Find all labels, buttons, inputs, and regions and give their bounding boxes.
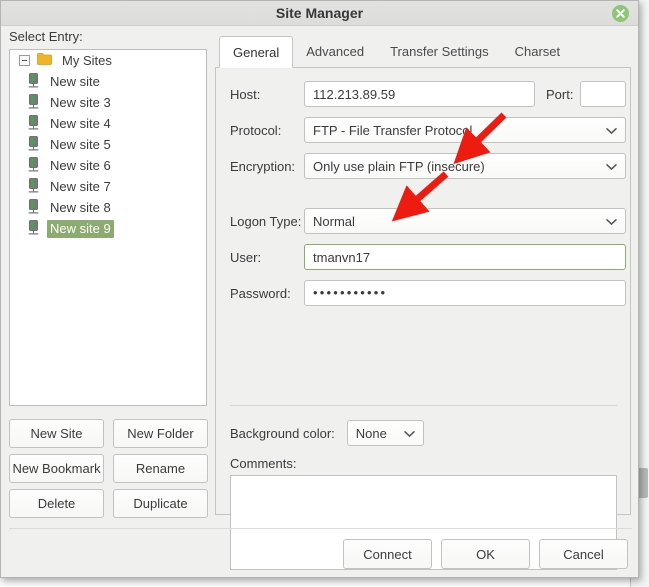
tree-item-label: New site 4 xyxy=(50,115,111,131)
tree-root-label: My Sites xyxy=(62,52,112,68)
close-icon[interactable] xyxy=(612,5,629,22)
tree-children-container: New site New site 3 New site 4 New site … xyxy=(10,71,206,239)
password-row: Password: ••••••••••• xyxy=(230,280,626,306)
site-manager-dialog: Site Manager Select Entry: My Sites New … xyxy=(0,0,639,578)
logon-type-row: Logon Type: Normal xyxy=(230,208,626,234)
background-color-row: Background color: None xyxy=(230,420,424,446)
user-label: User: xyxy=(230,249,262,265)
protocol-label: Protocol: xyxy=(230,122,282,138)
server-icon xyxy=(27,177,40,196)
tree-item-site[interactable]: New site 6 xyxy=(10,155,206,176)
new-folder-button[interactable]: New Folder xyxy=(113,419,208,448)
tree-item-label: New site 3 xyxy=(50,94,111,110)
tree-item-label: New site 5 xyxy=(50,136,111,152)
user-row: User: xyxy=(230,244,626,270)
tabstrip: General Advanced Transfer Settings Chars… xyxy=(215,35,631,68)
tree-item-label: New site 8 xyxy=(50,199,111,215)
tree-item-site[interactable]: New site 7 xyxy=(10,176,206,197)
rename-button[interactable]: Rename xyxy=(113,454,208,483)
expander-collapse-icon[interactable] xyxy=(19,55,30,66)
chevron-down-icon xyxy=(404,426,415,441)
password-masked-value: ••••••••••• xyxy=(313,285,388,300)
background-color-label: Background color: xyxy=(230,425,335,441)
new-site-button[interactable]: New Site xyxy=(9,419,104,448)
duplicate-button[interactable]: Duplicate xyxy=(113,489,208,518)
port-label: Port: xyxy=(546,86,574,102)
select-entry-label: Select Entry: xyxy=(9,29,83,44)
settings-notebook: General Advanced Transfer Settings Chars… xyxy=(215,35,631,570)
tab-transfer-settings[interactable]: Transfer Settings xyxy=(377,36,502,68)
host-input[interactable] xyxy=(304,81,535,107)
background-color-value: None xyxy=(355,425,387,441)
cancel-button[interactable]: Cancel xyxy=(539,539,628,569)
chevron-down-icon xyxy=(606,214,617,229)
protocol-combo[interactable]: FTP - File Transfer Protocol xyxy=(304,117,626,143)
close-x-glyph xyxy=(616,9,625,18)
user-input[interactable] xyxy=(304,244,626,270)
background-color-combo[interactable]: None xyxy=(346,420,424,446)
footer-buttons: Connect OK Cancel xyxy=(343,539,628,569)
ok-button[interactable]: OK xyxy=(441,539,530,569)
port-input[interactable] xyxy=(580,81,627,107)
encryption-combo[interactable]: Only use plain FTP (insecure) xyxy=(304,153,626,179)
server-icon xyxy=(27,135,40,154)
server-icon xyxy=(27,156,40,175)
logon-type-combo[interactable]: Normal xyxy=(304,208,626,234)
footer-divider xyxy=(9,528,632,529)
tree-item-label: New site 6 xyxy=(50,157,111,173)
host-label: Host: xyxy=(230,86,261,102)
password-input[interactable]: ••••••••••• xyxy=(304,280,626,306)
delete-button[interactable]: Delete xyxy=(9,489,104,518)
server-icon xyxy=(27,114,40,133)
encryption-value: Only use plain FTP (insecure) xyxy=(313,158,485,174)
new-bookmark-button[interactable]: New Bookmark xyxy=(9,454,104,483)
titlebar: Site Manager xyxy=(1,1,638,26)
tree-root-my-sites[interactable]: My Sites xyxy=(10,50,206,71)
logon-type-label: Logon Type: xyxy=(230,213,302,229)
protocol-value: FTP - File Transfer Protocol xyxy=(313,122,473,138)
section-divider xyxy=(230,405,617,406)
password-label: Password: xyxy=(230,285,291,301)
comments-label-row: Comments: xyxy=(230,456,296,471)
server-icon xyxy=(27,93,40,112)
window-title: Site Manager xyxy=(275,5,364,21)
protocol-row: Protocol: FTP - File Transfer Protocol xyxy=(230,117,626,143)
tree-item-site[interactable]: New site 9 xyxy=(10,218,206,239)
site-tree-panel[interactable]: My Sites New site New site 3 New site 4 … xyxy=(9,49,207,406)
server-icon xyxy=(27,72,40,91)
host-row: Host: Port: xyxy=(230,81,627,107)
tree-item-site[interactable]: New site 8 xyxy=(10,197,206,218)
server-icon xyxy=(27,219,40,238)
tree-item-site[interactable]: New site 5 xyxy=(10,134,206,155)
site-action-buttons: New Site New Folder New Bookmark Rename … xyxy=(9,419,208,518)
tree-item-label: New site xyxy=(50,73,100,89)
server-icon xyxy=(27,198,40,217)
encryption-row: Encryption: Only use plain FTP (insecure… xyxy=(230,153,626,179)
tree-item-site[interactable]: New site 3 xyxy=(10,92,206,113)
chevron-down-icon xyxy=(606,123,617,138)
tree-item-site[interactable]: New site 4 xyxy=(10,113,206,134)
tree-item-label: New site 7 xyxy=(50,178,111,194)
comments-label: Comments: xyxy=(230,456,297,471)
tree-item-label: New site 9 xyxy=(47,219,114,238)
tree-item-site[interactable]: New site xyxy=(10,71,206,92)
connect-button[interactable]: Connect xyxy=(343,539,432,569)
chevron-down-icon xyxy=(606,159,617,174)
tab-charset[interactable]: Charset xyxy=(502,36,574,68)
folder-icon xyxy=(37,53,52,68)
general-tab-page: Host: Port: Protocol: FTP - File Transfe… xyxy=(215,68,631,570)
encryption-label: Encryption: xyxy=(230,158,296,174)
tab-advanced[interactable]: Advanced xyxy=(293,36,377,68)
tab-general[interactable]: General xyxy=(219,36,294,68)
logon-type-value: Normal xyxy=(313,213,355,229)
